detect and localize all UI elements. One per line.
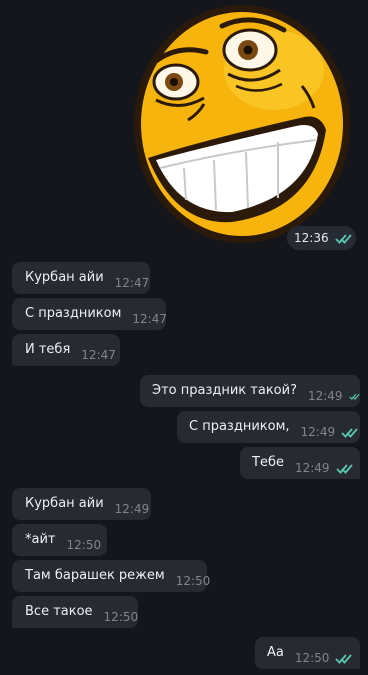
sticker-time: 12:36	[294, 231, 329, 245]
message-out[interactable]: Это праздник такой? 12:49	[140, 375, 360, 407]
message-text: Курбан айи	[25, 496, 104, 511]
message-time: 12:50	[103, 610, 139, 624]
message-out[interactable]: Аа 12:50	[255, 637, 360, 669]
message-time: 12:47	[81, 348, 116, 362]
double-check-icon	[335, 463, 353, 474]
message-text: Аа	[267, 645, 284, 660]
message-time: 12:49	[300, 425, 336, 439]
double-check-icon	[341, 427, 358, 438]
smiley-sticker[interactable]	[124, 0, 360, 252]
sticker-timestamp: 12:36	[287, 226, 356, 250]
message-text: Курбан айи	[25, 270, 104, 285]
message-text: И тебя	[25, 342, 71, 357]
message-time: 12:47	[114, 276, 150, 290]
message-in[interactable]: Курбан айи 12:49	[12, 488, 151, 520]
double-check-icon	[348, 393, 360, 400]
message-text: С праздником,	[189, 419, 290, 434]
message-in[interactable]: С праздником 12:47	[12, 298, 167, 330]
message-time: 12:50	[66, 538, 102, 552]
message-out[interactable]: Тебе 12:49	[240, 447, 360, 479]
message-time: 12:50	[294, 651, 330, 665]
message-text: Тебе	[252, 455, 284, 470]
message-time: 12:50	[175, 574, 211, 588]
message-time: 12:49	[294, 461, 330, 475]
message-in[interactable]: Курбан айи 12:47	[12, 262, 150, 294]
message-text: *айт	[25, 532, 56, 547]
message-in[interactable]: Все такое 12:50	[12, 596, 138, 628]
message-time: 12:49	[307, 389, 343, 403]
message-out[interactable]: С праздником, 12:49	[177, 411, 360, 443]
message-text: Там барашек режем	[25, 568, 165, 583]
double-check-icon	[335, 653, 353, 664]
message-in[interactable]: И тебя 12:47	[12, 334, 120, 366]
message-text: Это праздник такой?	[152, 383, 297, 398]
message-text: С праздником	[25, 306, 122, 321]
grinning-face-icon	[134, 5, 350, 243]
message-time: 12:47	[132, 312, 167, 326]
double-check-icon	[334, 233, 352, 244]
message-time: 12:49	[114, 502, 150, 516]
message-in[interactable]: *айт 12:50	[12, 524, 107, 556]
message-in[interactable]: Там барашек режем 12:50	[12, 560, 210, 592]
message-text: Все такое	[25, 604, 93, 619]
